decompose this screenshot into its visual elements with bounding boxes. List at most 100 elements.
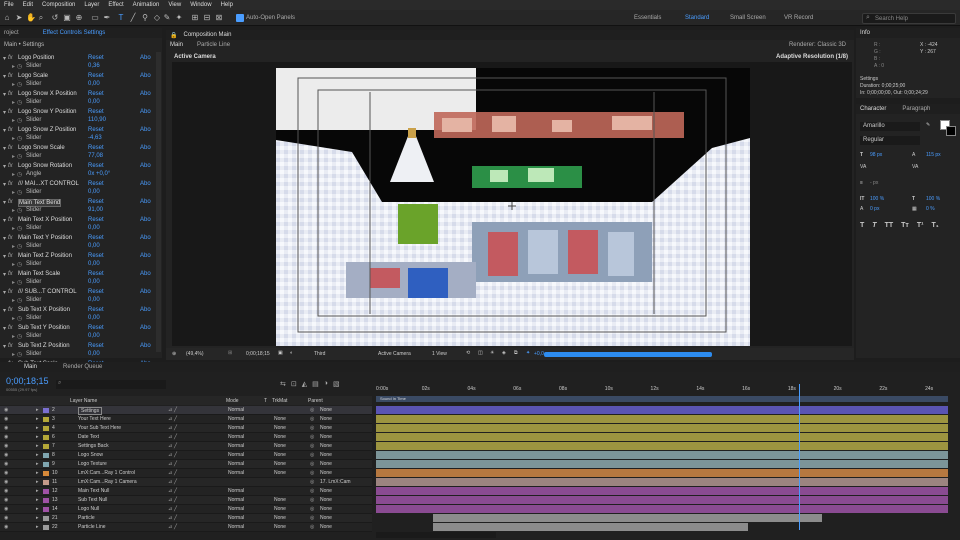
pickwhip-icon[interactable]: ◎ [310,416,314,422]
track-matte-dropdown[interactable]: None [274,443,286,449]
label-color-swatch[interactable] [43,498,49,503]
effect-name[interactable]: Main Text Y Position [18,235,72,241]
blend-mode-dropdown[interactable]: Normal [228,434,244,440]
effect-name[interactable]: Main Text Z Position [18,253,72,259]
shy-switch-icon[interactable]: ⊿ [168,425,172,431]
horizontal-scale-field[interactable]: 100 % [926,196,940,202]
region-interest-icon[interactable]: ◫ [478,350,483,356]
layer-name[interactable]: Logo Snow [78,452,103,458]
layer-duration-bar[interactable] [376,478,948,486]
expand-arrow-icon[interactable]: ▾ [3,217,6,224]
blend-mode-dropdown[interactable]: Normal [228,407,244,413]
quality-switch-icon[interactable]: ╱ [174,497,177,503]
stopwatch-icon[interactable]: ◷ [17,117,22,124]
stopwatch-icon[interactable]: ◷ [17,243,22,250]
quality-switch-icon[interactable]: ╱ [174,416,177,422]
expand-arrow-icon[interactable]: ▾ [3,343,6,350]
font-family-dropdown[interactable]: Amarillo [860,122,920,131]
effect-reset-link[interactable]: Reset [88,145,104,151]
label-color-swatch[interactable] [43,408,49,413]
visibility-eye-icon[interactable]: ◉ [4,497,8,503]
expand-arrow-icon[interactable]: ▾ [3,253,6,260]
visibility-eye-icon[interactable]: ◉ [4,461,8,467]
quality-switch-icon[interactable]: ╱ [174,488,177,494]
tsume-field[interactable]: 0 % [926,206,935,212]
fx-icon[interactable]: fx [8,91,13,97]
blend-mode-dropdown[interactable]: Normal [228,443,244,449]
parent-dropdown[interactable]: None [320,506,332,512]
layer-row[interactable]: ◉ ▸ 10 LmX:Cam...Ray 1 Control ⊿ ╱ Normal None ◎… [0,469,372,478]
label-color-swatch[interactable] [43,417,49,422]
exposure-value[interactable]: +0,0 [534,351,544,357]
blend-mode-dropdown[interactable]: Normal [228,506,244,512]
pen-tool-icon[interactable]: ✒ [102,13,112,23]
magnify-icon[interactable]: ⊕ [172,351,176,357]
expand-arrow-icon[interactable]: ▾ [3,109,6,116]
fx-icon[interactable]: fx [8,271,13,277]
expand-arrow-icon[interactable]: ▸ [36,425,39,431]
shape-tool-icon[interactable]: ▭ [90,13,100,23]
parent-dropdown[interactable]: None [320,452,332,458]
track-matte-dropdown[interactable]: None [274,506,286,512]
layer-name[interactable]: Particle Line [78,524,106,530]
vertical-scale-field[interactable]: 100 % [870,196,884,202]
effect-about-link[interactable]: Abo [140,217,151,223]
menu-item-file[interactable]: File [4,2,14,8]
stopwatch-icon[interactable]: ◷ [17,153,22,160]
quality-switch-icon[interactable]: ╱ [174,425,177,431]
visibility-eye-icon[interactable]: ◉ [4,506,8,512]
expand-arrow-icon[interactable]: ▸ [36,524,39,530]
shy-switch-icon[interactable]: ⊿ [168,470,172,476]
parent-dropdown[interactable]: None [320,443,332,449]
effect-about-link[interactable]: Abo [140,181,151,187]
puppet-tool-icon[interactable]: ✦ [174,13,184,23]
layer-name[interactable]: LmX:Cam...Ray 1 Camera [78,479,137,485]
fx-icon[interactable]: fx [8,289,13,295]
effect-about-link[interactable]: Abo [140,145,151,151]
effect-reset-link[interactable]: Reset [88,217,104,223]
expand-arrow-icon[interactable]: ▾ [3,55,6,62]
effect-about-link[interactable]: Abo [140,127,151,133]
quality-switch-icon[interactable]: ╱ [174,434,177,440]
sub-tab-particle-line[interactable]: Particle Line [197,42,230,48]
blend-mode-dropdown[interactable]: Normal [228,461,244,467]
layer-row[interactable]: ◉ ▸ 7 Settings Back ⊿ ╱ Normal None ◎ None [0,442,372,451]
effect-name[interactable]: Sub Text X Position [18,307,70,313]
fx-icon[interactable]: fx [8,163,13,169]
eyedropper-icon[interactable]: ✎ [926,122,930,128]
shy-switch-icon[interactable]: ⊿ [168,452,172,458]
expand-arrow-icon[interactable]: ▸ [36,515,39,521]
pickwhip-icon[interactable]: ◎ [310,524,314,530]
expand-arrow-icon[interactable]: ▸ [36,452,39,458]
expand-arrow-icon[interactable]: ▾ [3,163,6,170]
expand-arrow-icon[interactable]: ▸ [12,297,15,304]
expand-arrow-icon[interactable]: ▾ [3,271,6,278]
parent-dropdown[interactable]: None [320,515,332,521]
fast-preview-icon[interactable]: ☀ [490,350,494,356]
hand-tool-icon[interactable]: ✋ [26,13,36,23]
shy-switch-icon[interactable]: ⊿ [168,524,172,530]
roto-brush-icon[interactable]: ✎ [162,13,172,23]
parent-dropdown[interactable]: None [320,470,332,476]
label-color-swatch[interactable] [43,435,49,440]
shy-switch-icon[interactable]: ⊿ [168,506,172,512]
effect-about-link[interactable]: Abo [140,253,151,259]
label-color-swatch[interactable] [43,525,49,530]
shy-switch-icon[interactable]: ⊿ [168,488,172,494]
label-color-swatch[interactable] [43,471,49,476]
effect-reset-link[interactable]: Reset [88,91,104,97]
visibility-eye-icon[interactable]: ◉ [4,452,8,458]
selection-tool-icon[interactable]: ➤ [14,13,24,23]
layer-name[interactable]: Particle [78,515,95,521]
label-color-swatch[interactable] [43,453,49,458]
property-value[interactable]: 0,00 [88,81,100,87]
subscript-button[interactable]: T₁ [931,222,938,229]
effect-name[interactable]: Logo Snow Z Position [18,127,76,133]
shy-switch-icon[interactable]: ⊿ [168,407,172,413]
parent-dropdown[interactable]: None [320,407,332,413]
pickwhip-icon[interactable]: ◎ [310,497,314,503]
expand-arrow-icon[interactable]: ▸ [12,171,15,178]
layer-name[interactable]: Logo Texture [78,461,107,467]
reset-exposure-icon[interactable]: ✦ [526,350,530,356]
stopwatch-icon[interactable]: ◷ [17,135,22,142]
